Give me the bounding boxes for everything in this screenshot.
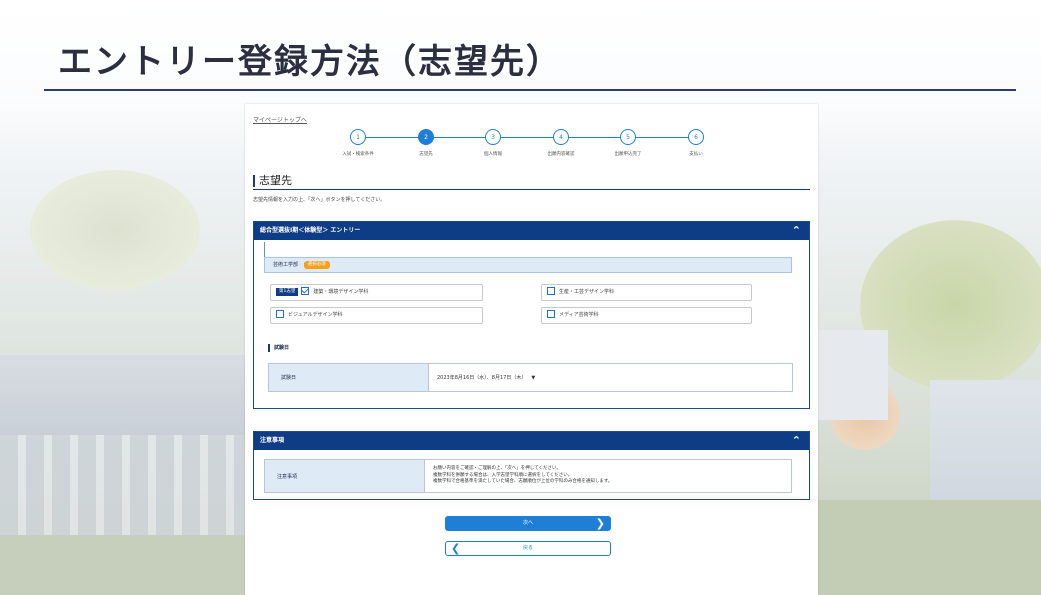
exam-date-select[interactable]: 2023年8月16日（水）、8月17日（木） ▼ [437,364,792,391]
choice-label: ビジュアルデザイン学科 [288,312,343,318]
notes-panel-header[interactable]: 注意事項 ⌃ [254,432,809,450]
step-2-label: 志望先 [419,152,433,157]
entry-panel-header[interactable]: 総合型選抜I期＜体験型＞ エントリー ⌃ [254,222,809,240]
instruction-text: 志望先情報を入力の上、「次へ」ボタンを押してください。 [253,197,386,203]
entry-panel-title: 総合型選抜I期＜体験型＞ エントリー [260,227,361,234]
page-heading: 志望先 [253,175,292,187]
notes-panel: 注意事項 ⌃ 注意事項 お願い内容をご確認・ご理解の上、「次へ」を押してください… [253,431,810,500]
back-button[interactable]: ❮ 戻る [445,541,611,556]
checkbox-icon[interactable] [276,309,284,318]
department-name: 芸術工学部 [273,262,299,268]
step-2-circle: 2 [418,129,434,145]
notes-panel-title: 注意事項 [260,437,285,444]
step-1-circle: 1 [350,129,366,145]
next-button-label: 次へ [522,520,533,526]
section-accent-line [264,242,265,258]
choice-label: メディア芸術学科 [559,312,599,318]
step-1-label: 入試・検索条件 [342,152,374,157]
next-button[interactable]: 次へ ❯ [445,516,611,531]
checkbox-checked-icon[interactable] [301,286,310,295]
choice-media-art[interactable]: メディア芸術学科 [541,307,752,324]
first-choice-badge: 第1志望 [276,287,299,296]
dropdown-arrow-icon: ▼ [531,374,536,381]
mypage-top-link[interactable]: マイページトップへ [253,115,307,124]
collapse-chevron-icon[interactable]: ⌃ [792,432,801,450]
choice-architecture[interactable]: 第1志望 建築・環境デザイン学科 [270,284,483,301]
entry-panel: 総合型選抜I期＜体験型＞ エントリー ⌃ 芸術工学部 選択必須 第1志望 建築・環… [253,221,810,409]
checkbox-icon[interactable] [547,286,555,295]
exam-date-heading: 試験日 [268,344,289,352]
step-4-label: 出願内容確認 [547,152,575,157]
slide-title: エントリー登録方法（志望先） [58,42,562,82]
chevron-right-icon: ❯ [595,517,605,530]
heading-underline [253,189,810,190]
chevron-left-icon: ❮ [451,542,461,555]
department-bar: 芸術工学部 選択必須 [264,257,792,273]
choice-visual-design[interactable]: ビジュアルデザイン学科 [270,307,483,324]
step-3-circle: 3 [485,129,501,145]
exam-date-value: 2023年8月16日（水）、8月17日（木） [437,375,527,381]
choice-label: 生産・工芸デザイン学科 [559,289,615,295]
step-6-label: 支払い [689,152,703,157]
back-button-label: 戻る [522,545,533,551]
stepper-line [358,137,700,138]
step-5-label: 出願申込完了 [614,152,642,157]
exam-date-label: 試験日 [269,364,429,391]
browser-screenshot: マイページトップへ 1 2 3 4 5 6 入試・検索条件 志望先 個人情報 出… [245,104,818,595]
step-3-label: 個人情報 [484,152,502,157]
title-underline [44,89,1016,91]
note-line: 複数学科で合格基準を満たしていた場合、志願順位が上位の学科のみ合格を通知します。 [433,479,613,485]
notes-row: 注意事項 お願い内容をご確認・ご理解の上、「次へ」を押してください。 複数学科を… [264,459,792,493]
collapse-chevron-icon[interactable]: ⌃ [792,222,801,240]
choice-label: 建築・環境デザイン学科 [313,289,369,295]
notes-label: 注意事項 [265,460,425,492]
choice-product-design[interactable]: 生産・工芸デザイン学科 [541,284,752,301]
step-4-circle: 4 [553,129,569,145]
required-badge: 選択必須 [303,260,330,269]
exam-date-row: 試験日 2023年8月16日（水）、8月17日（木） ▼ [268,363,793,392]
step-5-circle: 5 [620,129,636,145]
checkbox-icon[interactable] [547,309,555,318]
step-6-circle: 6 [688,129,704,145]
notes-text: お願い内容をご確認・ご理解の上、「次へ」を押してください。 複数学科を併願する場… [433,460,791,492]
